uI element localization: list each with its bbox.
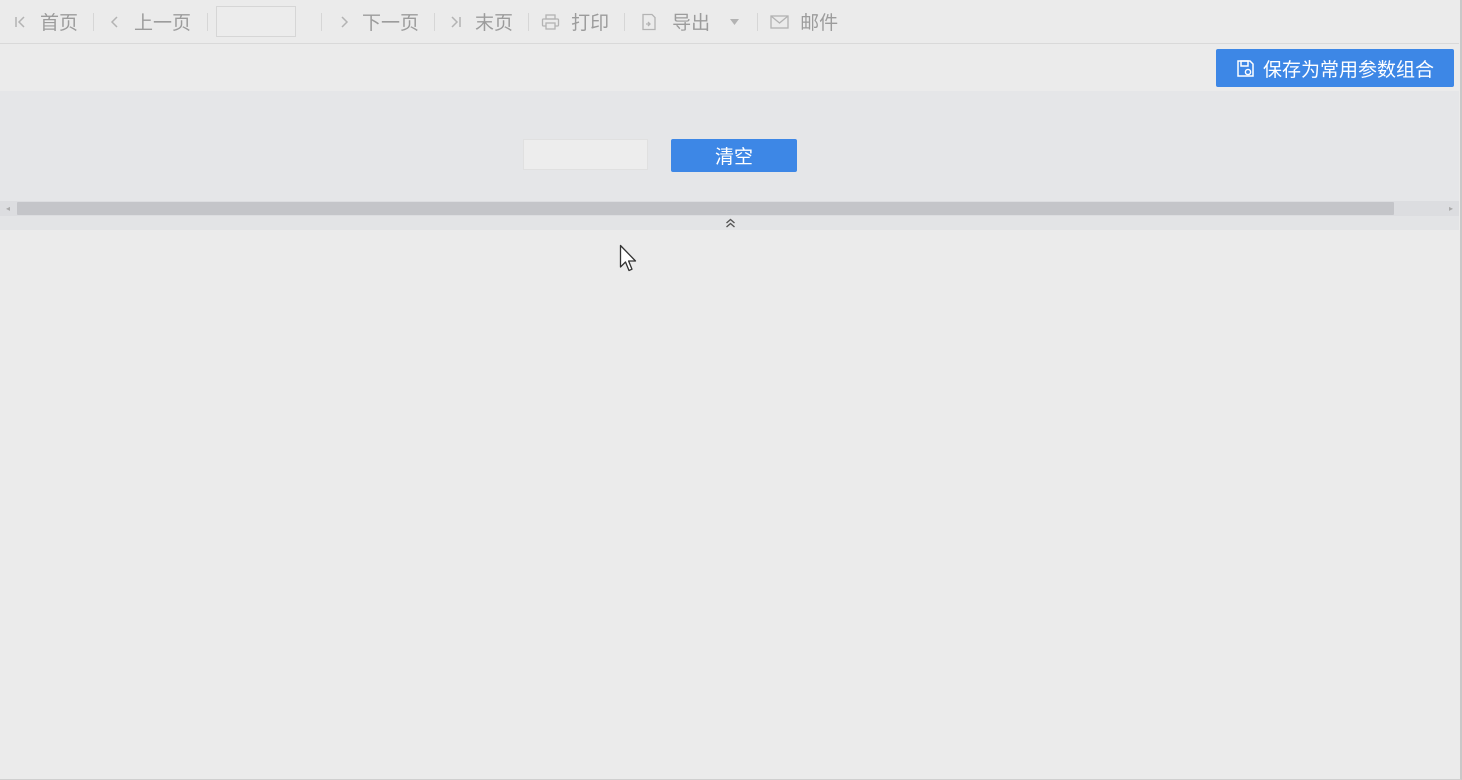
report-viewer: 首页 上一页 下一页 末页 打印 导出 邮件 保存为常用参数组合 清空 ◂ ▸	[0, 0, 1462, 780]
toolbar-separator	[757, 12, 759, 31]
save-params-button[interactable]: 保存为常用参数组合	[1216, 49, 1454, 87]
collapse-bar	[0, 216, 1459, 230]
horizontal-scrollbar[interactable]: ◂ ▸	[0, 201, 1459, 216]
prev-page-label: 上一页	[134, 12, 192, 34]
save-icon	[1236, 59, 1255, 78]
scroll-left-arrow-icon[interactable]: ◂	[0, 201, 16, 216]
export-icon	[639, 13, 659, 31]
last-page-button[interactable]: 末页	[448, 0, 513, 44]
report-content-area	[0, 230, 1459, 779]
toolbar-separator	[624, 12, 626, 31]
export-button[interactable]: 导出	[639, 0, 740, 44]
toolbar-separator	[321, 12, 323, 31]
first-page-icon	[13, 15, 27, 29]
next-page-button[interactable]: 下一页	[338, 0, 419, 44]
print-label: 打印	[571, 12, 610, 34]
clear-label: 清空	[714, 146, 753, 168]
export-label: 导出	[672, 12, 711, 34]
first-page-label: 首页	[40, 12, 79, 34]
double-chevron-up-icon	[725, 218, 736, 228]
collapse-panel-button[interactable]	[722, 216, 738, 230]
mail-label: 邮件	[800, 12, 839, 34]
mail-icon	[769, 14, 789, 29]
last-page-icon	[448, 15, 462, 29]
scroll-right-arrow-icon[interactable]: ▸	[1443, 201, 1459, 216]
first-page-button[interactable]: 首页	[13, 0, 78, 44]
chevron-left-icon	[108, 15, 120, 29]
chevron-right-icon	[338, 15, 350, 29]
toolbar-separator	[93, 12, 95, 31]
mouse-cursor-icon	[619, 244, 641, 274]
prev-page-button[interactable]: 上一页	[108, 0, 191, 44]
toolbar-separator	[434, 12, 436, 31]
clear-button[interactable]: 清空	[671, 139, 797, 172]
printer-icon	[540, 13, 560, 30]
save-params-label: 保存为常用参数组合	[1262, 58, 1434, 81]
last-page-label: 末页	[475, 12, 514, 34]
action-bar: 保存为常用参数组合	[0, 44, 1459, 91]
parameter-input[interactable]	[523, 139, 648, 170]
print-button[interactable]: 打印	[540, 0, 609, 44]
report-toolbar: 首页 上一页 下一页 末页 打印 导出 邮件	[0, 0, 1459, 44]
next-page-label: 下一页	[362, 12, 420, 34]
toolbar-separator	[207, 12, 209, 31]
scrollbar-thumb[interactable]	[17, 202, 1394, 215]
caret-down-icon[interactable]	[728, 18, 740, 25]
page-number-input[interactable]	[216, 6, 297, 37]
toolbar-separator	[528, 12, 530, 31]
mail-button[interactable]: 邮件	[769, 0, 838, 44]
parameter-panel: 清空	[0, 91, 1459, 201]
